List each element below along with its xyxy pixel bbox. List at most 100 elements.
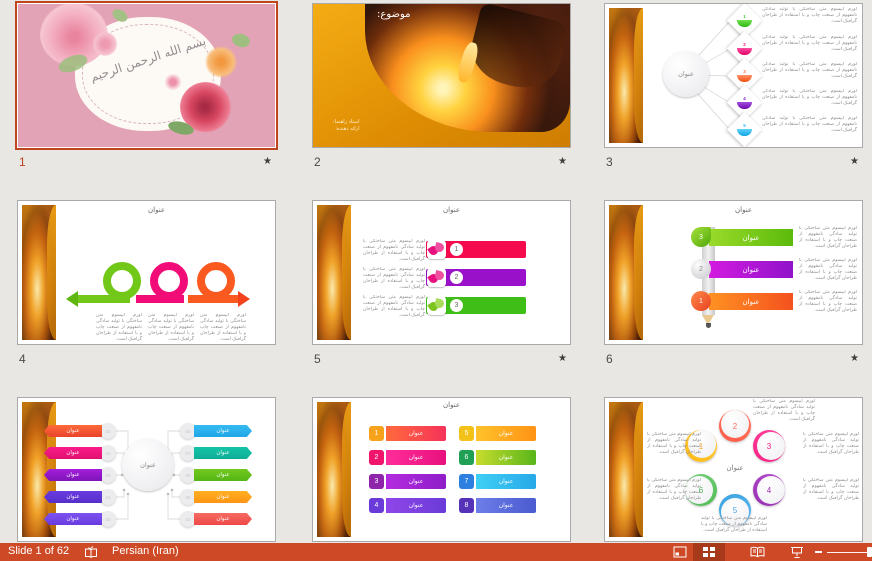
pink-bud-flower [92,32,118,56]
lorem-paragraph: لورم ایپسوم متن ساختگی با تولید سادگی نا… [799,258,857,288]
slide-number: 3 [606,155,613,169]
pink-bud-flower [164,74,182,90]
normal-view-button[interactable] [667,543,693,561]
lorem-paragraph: لورم ایپسوم متن ساختگی با تولید سادگی نا… [701,516,767,541]
tab-ribbon-right: عنوان [194,447,252,459]
slide-thumbnail-2[interactable]: موضوع: استاد راهنما: ارائه دهنده: 2 ★ [312,3,571,175]
slide3-artwork: عنوان 1 2 3 4 5 لورم ایپسوم متن ساختگی ب… [604,3,863,148]
slide-thumbnail-5[interactable]: عنوان 1 2 3 [312,200,571,372]
list-item-diamond: 5 [727,112,762,147]
lorem-paragraph: لورم ایپسوم متن ساختگی با تولید سادگی نا… [762,89,857,113]
lorem-paragraph: لورم ایپسوم متن ساختگی با تولید سادگی نا… [762,116,857,140]
tab-ribbon-right: عنوان [194,491,252,503]
slide-title: عنوان [635,206,852,214]
lorem-paragraph: لورم ایپسوم متن ساختگی با تولید سادگی نا… [363,239,425,263]
item-number: 3 [450,299,463,312]
slide7-artwork: عنوان 01 02 03 04 05 عنوان عنوان عنوان ع… [17,397,276,542]
slide-thumbnail-1[interactable]: بسم الله الرحمن الرحیم 1 ★ [17,3,276,175]
leaf-number-chip: 3 [691,227,711,247]
faint-number-chip: 03 [100,467,116,483]
item-number: 3 [743,69,746,74]
lorem-paragraph: لورم ایپسوم متن ساختگی با تولید سادگی نا… [803,432,859,462]
slide-thumbnail-3[interactable]: عنوان 1 2 3 4 5 لورم ایپسوم متن ساختگی ب… [604,3,863,175]
animation-star-icon: ★ [263,156,272,167]
tab-ribbon-right: عنوان [194,513,252,525]
banner-number-chip: 5 [459,426,474,441]
fire-photo-side-strip [609,205,643,340]
leaf-icon-box [427,268,446,287]
zoom-slider-thumb[interactable] [867,547,872,557]
slide1-artwork: بسم الله الرحمن الرحیم [17,3,276,148]
credits-text: استاد راهنما: ارائه دهنده: [333,119,359,133]
sphere-number-chip: 2 [691,259,711,279]
list-bar-green: 3 [426,297,526,314]
lorem-paragraph: لورم ایپسوم متن ساختگی با تولید سادگی نا… [753,399,815,427]
slide9-artwork: عنوان 1 2 3 4 5 6 لورم ایپسوم متن ساختگی… [604,397,863,542]
faint-number-chip: 06 [180,423,196,439]
slide-thumbnail-9[interactable]: عنوان 1 2 3 4 5 6 لورم ایپسوم متن ساختگی… [604,397,863,561]
list-bar-purple: 2 [426,269,526,286]
item-number: 2 [450,271,463,284]
item-number: 5 [743,123,746,128]
lorem-paragraph: لورم ایپسوم متن ساختگی با تولید سادگی نا… [148,313,194,343]
lorem-paragraph: لورم ایپسوم متن ساختگی با تولید سادگی نا… [762,62,857,86]
lorem-paragraph: لورم ایپسوم متن ساختگی با تولید سادگی نا… [762,7,857,31]
slide-counter[interactable]: Slide 1 of 62 [8,545,69,557]
slide-thumbnail-6[interactable]: عنوان عنوان عنوان عنوان 3 2 1 لورم ایپسو… [604,200,863,372]
bowl-shape-orange [737,75,752,83]
slide-thumbnail-4[interactable]: عنوان لورم ایپسوم متن ساختگی با تولید سا… [17,200,276,372]
language-indicator[interactable]: Persian (Iran) [112,545,179,557]
fire-photo-side-strip [317,205,351,340]
zoom-out-button[interactable] [815,551,822,553]
slide-title: عنوان [343,206,560,214]
slide5-artwork: عنوان 1 2 3 [312,200,571,345]
reading-view-button[interactable] [743,543,771,561]
ribbon-purple: عنوان [709,261,793,278]
slide4-artwork: عنوان لورم ایپسوم متن ساختگی با تولید سا… [17,200,276,345]
banner-ribbon: عنوان [476,498,536,513]
banner-ribbon: عنوان [386,426,446,441]
slide6-artwork: عنوان عنوان عنوان عنوان 3 2 1 لورم ایپسو… [604,200,863,345]
item-number: 2 [743,42,746,47]
item-number: 4 [743,96,746,101]
tab-ribbon-right: عنوان [194,469,252,481]
slide-sorter-view-button[interactable] [693,543,725,561]
leaf-icon-box [427,240,446,259]
lorem-paragraph: لورم ایپسوم متن ساختگی با تولید سادگی نا… [799,226,857,256]
faint-number-chip: 07 [180,445,196,461]
slide-number: 6 [606,352,613,366]
crescent-sphere-4: 4 [753,474,785,506]
animation-star-icon: ★ [558,353,567,364]
lorem-paragraph: لورم ایپسوم متن ساختگی با تولید سادگی نا… [363,295,425,319]
banner-ribbon: عنوان [476,450,536,465]
tab-ribbon-left: عنوان [44,447,102,459]
banner-ribbon: عنوان [476,426,536,441]
banner-number-chip: 1 [369,426,384,441]
fire-photo-side-strip [609,402,643,537]
banner-ribbon: عنوان [476,474,536,489]
animation-star-icon: ★ [558,156,567,167]
crescent-sphere-2: 2 [719,410,751,442]
advisor-label: استاد راهنما: [333,119,359,126]
slide-thumbnail-7[interactable]: عنوان 01 02 03 04 05 عنوان عنوان عنوان ع… [17,397,276,561]
banner-number-chip: 7 [459,474,474,489]
banner-number-chip: 2 [369,450,384,465]
tab-ribbon-left: عنوان [44,513,102,525]
zoom-slider-track[interactable] [827,552,867,553]
bowl-shape-green [737,20,752,28]
slide-show-view-button[interactable] [783,543,811,561]
bowl-shape-cyan [737,129,752,137]
status-bar: Slide 1 of 62 Persian (Iran) [0,543,872,561]
lorem-paragraph: لورم ایپسوم متن ساختگی با تولید سادگی نا… [762,35,857,59]
center-title-circle: عنوان [663,51,709,97]
slide-thumbnail-8[interactable]: عنوان 1 عنوان 2 عنوان 3 عنوان 4 عنوان 5 … [312,397,571,561]
faint-number-chip: 01 [100,423,116,439]
proofing-icon[interactable] [84,546,98,561]
banner-number-chip: 3 [369,474,384,489]
ribbon-orange: عنوان [709,293,793,310]
ribbon-green: عنوان [709,229,793,246]
slide-number: 5 [314,352,321,366]
faint-number-chip: 02 [100,445,116,461]
leaf-decoration [231,32,252,49]
tab-ribbon-left: عنوان [44,425,102,437]
